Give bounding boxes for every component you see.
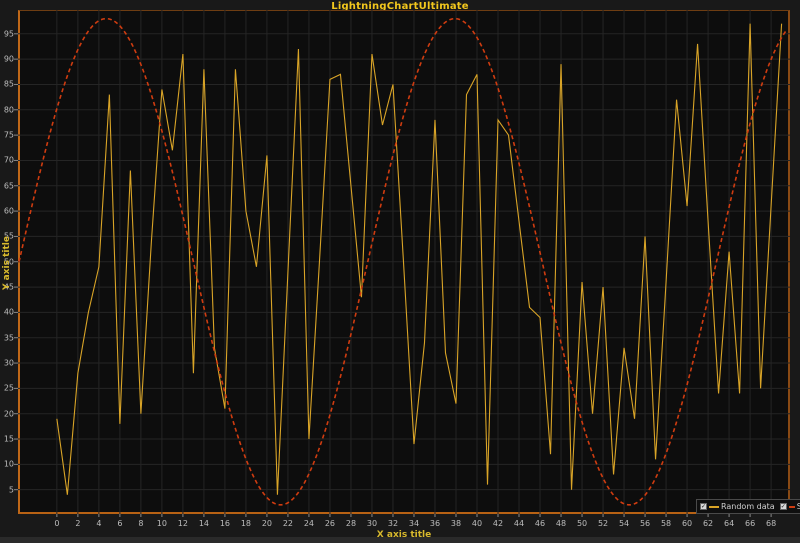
y-tick-label: 65: [0, 181, 14, 190]
y-tick-label: 35: [0, 333, 14, 342]
x-tick-label: 58: [661, 519, 671, 528]
x-tick-label: 66: [745, 519, 755, 528]
x-tick-label: 62: [703, 519, 713, 528]
x-tick-label: 20: [262, 519, 272, 528]
x-tick-label: 26: [325, 519, 335, 528]
x-tick-label: 46: [535, 519, 545, 528]
random-data-swatch: [709, 506, 719, 508]
y-tick-label: 5: [0, 485, 14, 494]
x-tick-label: 64: [724, 519, 734, 528]
x-tick-label: 14: [199, 519, 209, 528]
x-tick-label: 16: [220, 519, 230, 528]
y-tick-label: 75: [0, 131, 14, 140]
x-tick-label: 56: [640, 519, 650, 528]
y-tick-label: 15: [0, 435, 14, 444]
x-tick-label: 12: [178, 519, 188, 528]
x-tick-label: 6: [117, 519, 122, 528]
x-tick-label: 68: [766, 519, 776, 528]
legend-item-sinus-data: ✓ Sinus data: [780, 502, 800, 511]
y-tick-label: 60: [0, 207, 14, 216]
y-tick-label: 70: [0, 156, 14, 165]
legend-label: Random data: [721, 502, 775, 511]
x-tick-label: 50: [577, 519, 587, 528]
x-tick-label: 44: [514, 519, 524, 528]
plot-area[interactable]: [18, 10, 790, 514]
y-tick-label: 95: [0, 29, 14, 38]
y-tick-label: 40: [0, 308, 14, 317]
x-tick-label: 48: [556, 519, 566, 528]
x-tick-label: 60: [682, 519, 692, 528]
x-tick-label: 28: [346, 519, 356, 528]
sinus-data-swatch: [789, 506, 795, 508]
x-tick-label: 32: [388, 519, 398, 528]
x-tick-label: 22: [283, 519, 293, 528]
y-tick-label: 25: [0, 384, 14, 393]
x-tick-label: 38: [451, 519, 461, 528]
y-tick-label: 10: [0, 460, 14, 469]
x-tick-label: 34: [409, 519, 419, 528]
x-tick-label: 8: [138, 519, 143, 528]
x-tick-label: 2: [75, 519, 80, 528]
y-tick-label: 20: [0, 409, 14, 418]
sinus-data-checkbox[interactable]: ✓: [780, 503, 787, 510]
x-tick-label: 30: [367, 519, 377, 528]
legend: ✓ Random data ✓ Sinus data: [696, 499, 800, 514]
x-tick-label: 42: [493, 519, 503, 528]
x-tick-label: 18: [241, 519, 251, 528]
x-tick-label: 0: [54, 519, 59, 528]
bottom-strip: [0, 537, 800, 543]
x-tick-label: 24: [304, 519, 314, 528]
x-tick-label: 54: [619, 519, 629, 528]
y-tick-label: 85: [0, 80, 14, 89]
x-tick-label: 4: [96, 519, 101, 528]
x-tick-label: 10: [157, 519, 167, 528]
x-tick-label: 36: [430, 519, 440, 528]
random-data-checkbox[interactable]: ✓: [700, 503, 707, 510]
y-axis-title: Y axis title: [2, 228, 12, 298]
y-tick-label: 90: [0, 55, 14, 64]
y-tick-label: 30: [0, 359, 14, 368]
chart-window: LightningChartUltimate 02468101214161820…: [0, 0, 800, 543]
legend-item-random-data: ✓ Random data: [700, 502, 775, 511]
x-tick-label: 40: [472, 519, 482, 528]
y-tick-label: 80: [0, 105, 14, 114]
x-tick-label: 52: [598, 519, 608, 528]
